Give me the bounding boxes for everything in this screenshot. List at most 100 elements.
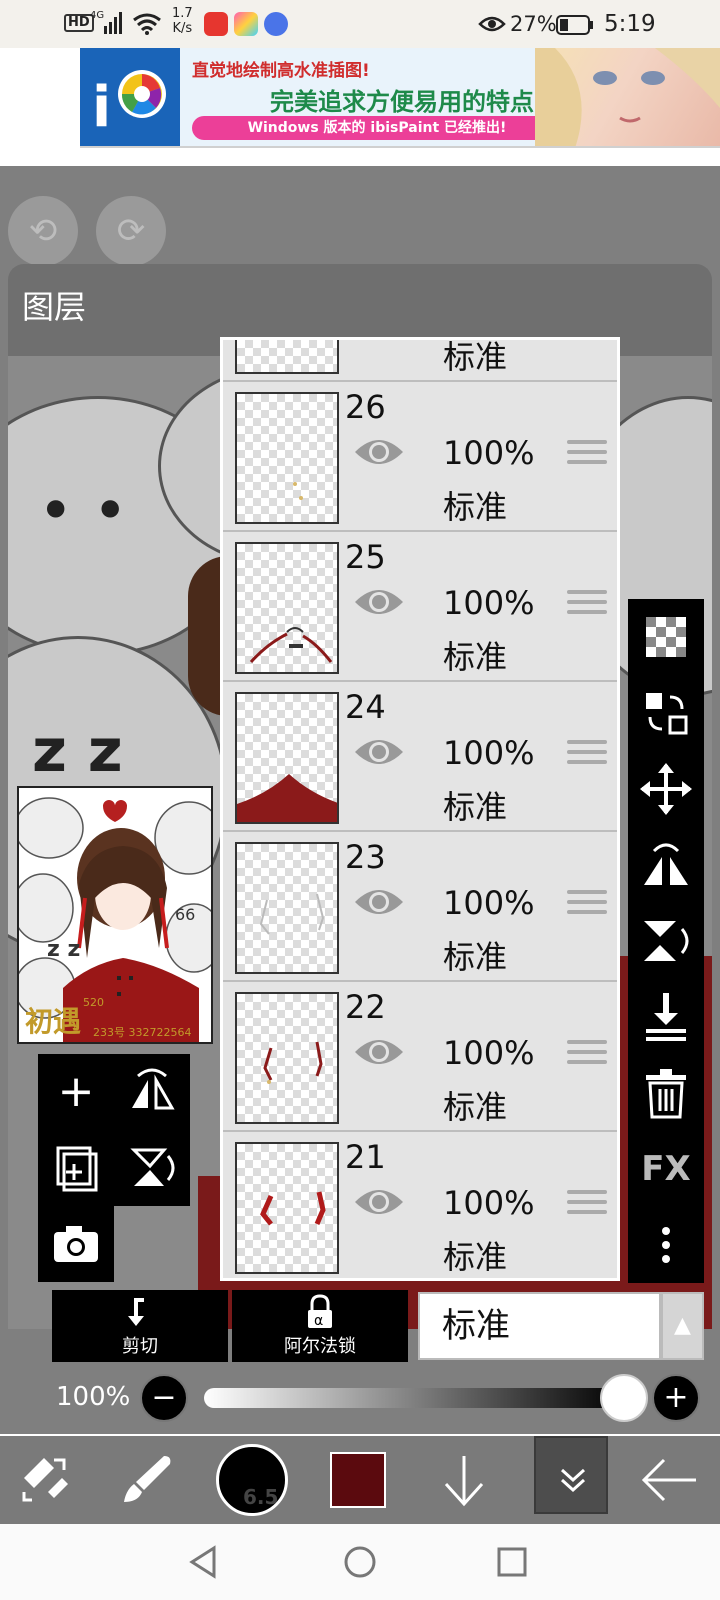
layer-tools-panel: FX bbox=[628, 599, 704, 1283]
lock-icon: α bbox=[304, 1294, 336, 1334]
clip-button[interactable]: 剪切 bbox=[52, 1290, 228, 1362]
opacity-increase-button[interactable]: + bbox=[652, 1374, 700, 1422]
swap-layer-icon[interactable] bbox=[628, 675, 704, 751]
ad-illustration bbox=[535, 48, 720, 146]
canvas-preview[interactable]: z z 66 初遇 520 233号 332722564 bbox=[17, 786, 213, 1044]
layer-row-25[interactable]: 25 100% 标准 bbox=[223, 532, 617, 682]
opacity-slider[interactable] bbox=[204, 1388, 624, 1408]
visibility-eye-icon[interactable] bbox=[353, 882, 405, 922]
nav-home-icon[interactable] bbox=[342, 1544, 378, 1584]
flip-horizontal-icon[interactable] bbox=[114, 1054, 190, 1130]
layer-opacity: 100% bbox=[443, 1034, 535, 1072]
signal-icon: 4G bbox=[90, 8, 126, 42]
music-icon bbox=[264, 12, 288, 36]
more-options-icon[interactable] bbox=[628, 1207, 704, 1283]
ad-banner[interactable]: i 直觉地绘制高水准插图! 完美追求方便易用的特点! Windows 版本的 i… bbox=[80, 48, 720, 148]
collapse-panel-button[interactable] bbox=[534, 1436, 608, 1514]
layer-row-26[interactable]: 26 100% 标准 bbox=[223, 382, 617, 532]
layer-thumbnail bbox=[235, 842, 339, 974]
back-arrow-icon[interactable] bbox=[636, 1450, 700, 1514]
layer-opacity: 100% bbox=[443, 584, 535, 622]
bg-zz: z z bbox=[32, 716, 123, 786]
drag-handle-icon[interactable] bbox=[567, 740, 607, 774]
layer-thumbnail bbox=[235, 340, 339, 374]
svg-text:z z: z z bbox=[47, 937, 80, 962]
drag-handle-icon[interactable] bbox=[567, 1040, 607, 1074]
visibility-eye-icon[interactable] bbox=[353, 732, 405, 772]
layer-actions-panel: + bbox=[38, 1054, 190, 1206]
delete-layer-icon[interactable] bbox=[628, 1055, 704, 1131]
alpha-lock-label: 阿尔法锁 bbox=[284, 1336, 356, 1357]
clip-icon bbox=[124, 1296, 156, 1334]
layer-down-arrow-icon[interactable] bbox=[434, 1450, 494, 1514]
ibispaint-logo: i bbox=[80, 48, 180, 146]
nav-recents-icon[interactable] bbox=[496, 1546, 528, 1582]
fx-button[interactable]: FX bbox=[628, 1131, 704, 1207]
layer-row-23[interactable]: 23 100% 标准 bbox=[223, 832, 617, 982]
add-layer-icon[interactable]: + bbox=[38, 1054, 114, 1130]
layer-number: 26 bbox=[345, 388, 386, 426]
layer-row-24[interactable]: 24 100% 标准 bbox=[223, 682, 617, 832]
import-photo-button[interactable] bbox=[38, 1206, 114, 1282]
brush-tool-icon[interactable] bbox=[118, 1448, 178, 1512]
alpha-lock-button[interactable]: α 阿尔法锁 bbox=[232, 1290, 408, 1362]
layer-number: 25 bbox=[345, 538, 386, 576]
layer-thumbnail bbox=[235, 992, 339, 1124]
layer-row-22[interactable]: 22 100% 标准 bbox=[223, 982, 617, 1132]
opacity-value: 100% bbox=[56, 1382, 131, 1412]
layer-row-partial[interactable]: 标准 bbox=[223, 338, 617, 382]
layer-blend-mode: 标准 bbox=[443, 1088, 508, 1126]
layer-blend-mode: 标准 bbox=[443, 338, 508, 376]
layer-opacity: 100% bbox=[443, 434, 535, 472]
drag-handle-icon[interactable] bbox=[567, 1190, 607, 1224]
visibility-eye-icon[interactable] bbox=[353, 1182, 405, 1222]
drag-handle-icon[interactable] bbox=[567, 590, 607, 624]
transparency-grid-icon[interactable] bbox=[628, 599, 704, 675]
layer-thumbnail bbox=[235, 692, 339, 824]
undo-icon: ⟲ bbox=[28, 211, 58, 251]
blend-mode-dropdown-icon[interactable]: ▲ bbox=[661, 1292, 704, 1360]
network-speed: 1.7 K/s bbox=[172, 6, 193, 36]
double-chevron-down-icon bbox=[556, 1462, 590, 1500]
flip-layer-horizontal-icon[interactable] bbox=[628, 827, 704, 903]
color-swatch[interactable] bbox=[330, 1452, 386, 1508]
battery-percent: 27% bbox=[510, 12, 557, 36]
drag-handle-icon[interactable] bbox=[567, 890, 607, 924]
layer-blend-mode: 标准 bbox=[443, 638, 508, 676]
blend-mode-select[interactable]: 标准 bbox=[418, 1292, 661, 1360]
svg-text:α: α bbox=[314, 1313, 323, 1329]
preview-caption: 233号 332722564 bbox=[93, 1026, 192, 1039]
layer-opacity: 100% bbox=[443, 1184, 535, 1222]
merge-down-icon[interactable] bbox=[628, 979, 704, 1055]
ad-line-1: 直觉地绘制高水准插图! bbox=[192, 61, 370, 81]
layer-row-21[interactable]: 21 100% 标准 bbox=[223, 1132, 617, 1278]
camera-icon bbox=[38, 1206, 114, 1282]
brush-size-button[interactable]: 6.5 bbox=[216, 1444, 288, 1516]
layer-thumbnail bbox=[235, 392, 339, 524]
redo-button[interactable]: ⟳ bbox=[96, 196, 166, 266]
bg-face: • • bbox=[38, 476, 128, 546]
layer-blend-mode: 标准 bbox=[443, 1238, 508, 1276]
opacity-slider-thumb[interactable] bbox=[600, 1374, 648, 1422]
flip-layer-vertical-icon[interactable] bbox=[628, 903, 704, 979]
nav-back-icon[interactable] bbox=[186, 1544, 220, 1584]
app-root: HD 4G 1.7 K/s 27% 5:19 i 直觉地绘制高水准插图! 完美追… bbox=[0, 0, 720, 1600]
layer-list[interactable]: 标准 26 100% 标准 25 100% 标准 24 100% 标准 23 1… bbox=[220, 337, 620, 1281]
tool-select-icon[interactable] bbox=[14, 1448, 74, 1512]
redo-icon: ⟳ bbox=[116, 211, 146, 251]
clock: 5:19 bbox=[604, 11, 656, 37]
undo-button[interactable]: ⟲ bbox=[8, 196, 78, 266]
opacity-decrease-button[interactable]: − bbox=[140, 1374, 188, 1422]
drag-handle-icon[interactable] bbox=[567, 440, 607, 474]
visibility-eye-icon[interactable] bbox=[353, 432, 405, 472]
move-icon[interactable] bbox=[628, 751, 704, 827]
flip-vertical-icon[interactable] bbox=[114, 1130, 190, 1206]
battery-icon bbox=[556, 14, 594, 42]
visibility-eye-icon[interactable] bbox=[353, 582, 405, 622]
visibility-eye-icon[interactable] bbox=[353, 1032, 405, 1072]
add-special-layer-icon[interactable] bbox=[38, 1130, 114, 1206]
layer-blend-mode: 标准 bbox=[443, 938, 508, 976]
layer-blend-mode: 标准 bbox=[443, 488, 508, 526]
app-icon-2 bbox=[234, 12, 258, 36]
layer-thumbnail bbox=[235, 1142, 339, 1274]
